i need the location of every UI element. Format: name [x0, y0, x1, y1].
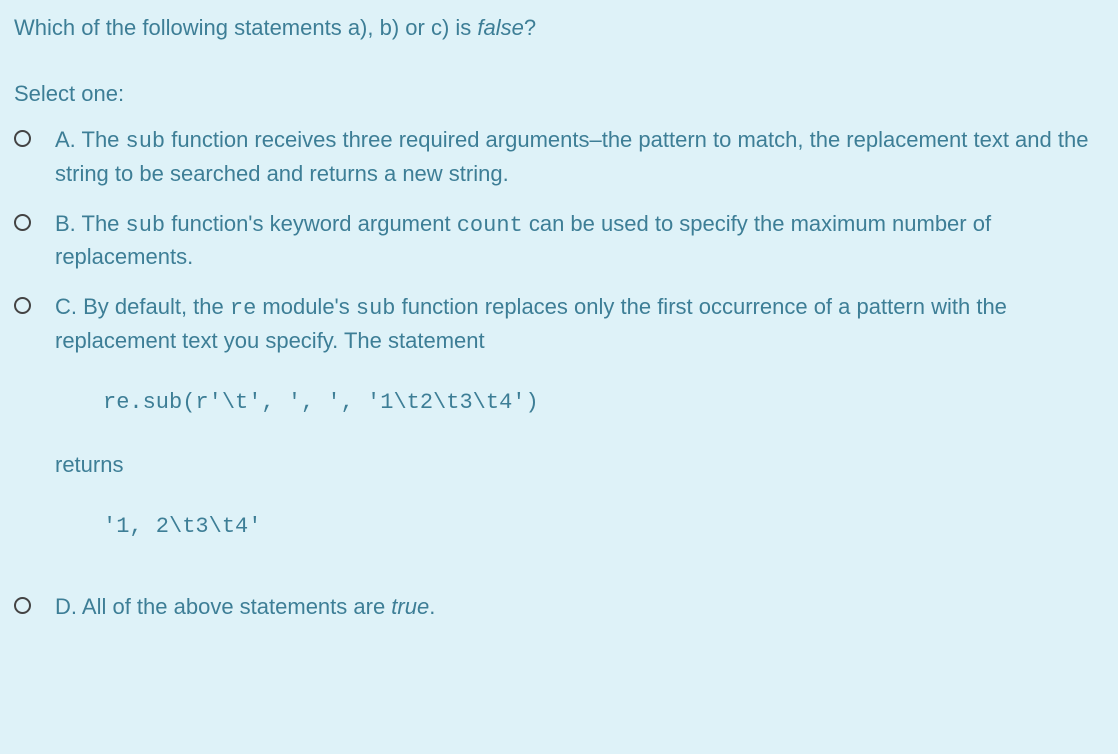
- select-one-label: Select one:: [14, 78, 1104, 110]
- option-d-pre: D. All of the above statements are: [55, 594, 391, 619]
- option-a-code1: sub: [126, 129, 166, 154]
- option-d-post: .: [429, 594, 435, 619]
- option-c-code2: sub: [356, 296, 396, 321]
- option-c[interactable]: C. By default, the re module's sub funct…: [14, 291, 1104, 572]
- option-b-pre: B. The: [55, 211, 126, 236]
- option-a-post: function receives three required argumen…: [55, 127, 1088, 186]
- option-b-body: B. The sub function's keyword argument c…: [55, 208, 1104, 274]
- option-d-body: D. All of the above statements are true.: [55, 591, 1104, 623]
- option-c-mid1: module's: [256, 294, 356, 319]
- radio-b[interactable]: [14, 214, 31, 231]
- question-emph: false: [477, 15, 523, 40]
- option-a-body: A. The sub function receives three requi…: [55, 124, 1104, 190]
- radio-a[interactable]: [14, 130, 31, 147]
- option-b-mid1: function's keyword argument: [165, 211, 457, 236]
- option-b-code1: sub: [126, 213, 166, 238]
- options-list: A. The sub function receives three requi…: [14, 124, 1104, 623]
- option-c-body: C. By default, the re module's sub funct…: [55, 291, 1104, 572]
- option-d-emph: true: [391, 594, 429, 619]
- option-d[interactable]: D. All of the above statements are true.: [14, 591, 1104, 623]
- option-c-codeblock1: re.sub(r'\t', ', ', '1\t2\t3\t4'): [103, 387, 1104, 419]
- radio-c[interactable]: [14, 297, 31, 314]
- option-b[interactable]: B. The sub function's keyword argument c…: [14, 208, 1104, 274]
- option-b-code2: count: [457, 213, 523, 238]
- question-stem: Which of the following statements a), b)…: [14, 12, 1104, 44]
- option-c-returns: returns: [55, 449, 1104, 481]
- question-text-suffix: ?: [524, 15, 536, 40]
- question-text-prefix: Which of the following statements a), b)…: [14, 15, 477, 40]
- option-c-pre: C. By default, the: [55, 294, 230, 319]
- option-c-codeblock2: '1, 2\t3\t4': [103, 511, 1104, 543]
- option-a[interactable]: A. The sub function receives three requi…: [14, 124, 1104, 190]
- option-a-pre: A. The: [55, 127, 126, 152]
- option-c-code1: re: [230, 296, 256, 321]
- question-container: Which of the following statements a), b)…: [0, 0, 1118, 635]
- radio-d[interactable]: [14, 597, 31, 614]
